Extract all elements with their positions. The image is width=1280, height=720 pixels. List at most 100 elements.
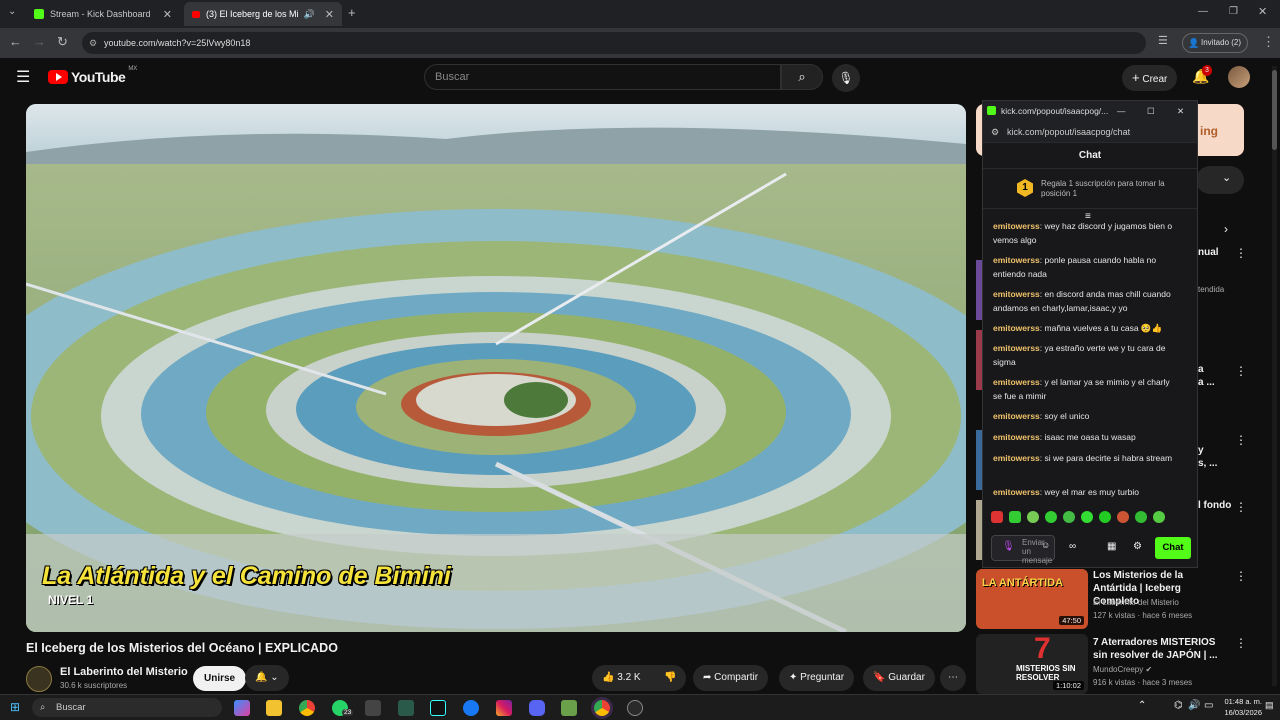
more-options-icon[interactable]: ⋮ [1235, 569, 1247, 583]
forward-icon[interactable]: → [33, 34, 46, 49]
rec-thumb-number: 7 [1034, 634, 1051, 665]
save-button[interactable]: 🔖 Guardar [863, 665, 935, 691]
emote-icon[interactable] [1063, 511, 1075, 523]
site-info-icon: ⚙ [991, 127, 1000, 137]
subscription-bell-button[interactable]: 🔔 ⌄ [245, 665, 289, 691]
search-button[interactable]: ⌕ [781, 64, 823, 90]
copilot-icon[interactable] [234, 700, 250, 716]
channel-avatar[interactable] [26, 666, 52, 692]
guest-profile-button[interactable]: 👤 Invitado (2) [1182, 33, 1249, 53]
url-field[interactable]: ⚙ youtube.com/watch?v=25lVwy80n18 [82, 32, 1146, 54]
emote-icon[interactable] [1045, 511, 1057, 523]
youtube-logo[interactable]: YouTube MX [48, 66, 137, 85]
tiktok-icon[interactable] [430, 700, 446, 716]
emote-icon[interactable] [1117, 511, 1129, 523]
chevron-right-icon[interactable]: › [1224, 222, 1228, 236]
like-button[interactable]: 👍 3.2 K [592, 665, 658, 691]
share-button[interactable]: ➦ Compartir [693, 665, 769, 691]
create-button[interactable]: + Crear [1122, 65, 1178, 91]
rec-thumbnail[interactable]: LA ANTÁRTIDA 47:50 [976, 569, 1088, 629]
capcut-icon[interactable] [365, 700, 381, 716]
rec-thumbnail[interactable]: 7 MISTERIOS SIN RESOLVER 1:10:02 [976, 634, 1088, 694]
more-options-icon[interactable]: ⋮ [1235, 500, 1247, 514]
reload-icon[interactable]: ↻ [57, 34, 68, 50]
window-close-icon[interactable]: ✕ [1258, 5, 1267, 18]
hamburger-menu-icon[interactable]: ☰ [16, 67, 30, 87]
rec-channel[interactable]: El Laberinto del Misterio [1093, 598, 1179, 607]
more-options-icon[interactable]: ⋮ [1235, 636, 1247, 650]
close-icon[interactable]: ✕ [163, 8, 172, 21]
kick-chat-popup: kick.com/popout/isaacpog/... — ☐ ✕ ⚙ kic… [982, 100, 1198, 568]
promo-dropdown[interactable]: ⌄ [1196, 166, 1244, 194]
rec-duration: 1:10:02 [1052, 681, 1084, 690]
speaker-icon[interactable]: 🔊 [304, 9, 315, 20]
obs-icon[interactable] [627, 700, 643, 716]
search-icon: ⌕ [798, 69, 806, 84]
facebook-icon[interactable] [463, 700, 479, 716]
dislike-button[interactable]: 👎 [658, 665, 686, 691]
kick-url-bar[interactable]: ⚙ kick.com/popout/isaacpog/chat [983, 121, 1197, 143]
chat-send-button[interactable]: Chat [1155, 537, 1191, 559]
voice-search-button[interactable]: 🎙 [832, 64, 860, 92]
emote-icon[interactable] [991, 511, 1003, 523]
rec-channel[interactable]: MundoCreepy ✔ [1093, 665, 1152, 674]
emote-icon[interactable] [1153, 511, 1165, 523]
teams-icon[interactable] [398, 700, 414, 716]
minecraft-icon[interactable] [561, 700, 577, 716]
cast-icon[interactable]: ☰ [1158, 34, 1168, 47]
back-icon[interactable]: ← [9, 34, 22, 49]
video-player[interactable]: La Atlántida y el Camino de Bimini NIVEL… [26, 104, 966, 632]
rec-title[interactable]: 7 Aterradores MISTERIOS sin resolver de … [1093, 636, 1225, 662]
rec-meta: 916 k vistas · hace 3 meses [1093, 678, 1193, 687]
tab-youtube[interactable]: (3) El Iceberg de los Misterio 🔊 ✕ [184, 2, 342, 26]
windows-start-icon[interactable]: ⊞ [10, 700, 20, 714]
kick-window-titlebar[interactable]: kick.com/popout/isaacpog/... — ☐ ✕ [983, 101, 1197, 121]
instagram-icon[interactable] [496, 700, 512, 716]
restore-icon[interactable]: ❐ [1229, 6, 1238, 17]
notification-center-icon[interactable]: ▤ [1265, 700, 1274, 711]
new-tab-icon[interactable]: + [348, 5, 356, 20]
network-icon[interactable]: ⌬ [1174, 700, 1183, 711]
store-icon[interactable]: ▦ [1107, 541, 1116, 552]
emote-icon[interactable] [1009, 511, 1021, 523]
tab-kick-dashboard[interactable]: Stream - Kick Dashboard ✕ [26, 2, 180, 26]
battery-icon[interactable]: ▭ [1204, 700, 1213, 711]
notifications-button[interactable]: 🔔 3 [1192, 65, 1212, 85]
join-button[interactable]: Unirse [193, 666, 247, 691]
link-icon[interactable]: ∞ [1069, 541, 1076, 552]
close-icon[interactable]: ✕ [1177, 101, 1184, 121]
more-options-icon[interactable]: ⋮ [1235, 246, 1247, 260]
emote-icon[interactable] [1027, 511, 1039, 523]
search-input[interactable]: Buscar [424, 64, 781, 90]
emoji-icon[interactable]: ☺ [1041, 540, 1050, 550]
volume-icon[interactable]: 🔊 [1188, 700, 1200, 711]
tab-list-icon[interactable]: ⌄ [8, 6, 16, 17]
emote-bar[interactable] [991, 511, 1165, 523]
close-icon[interactable]: ✕ [325, 8, 334, 21]
chrome-active-icon[interactable] [594, 700, 610, 716]
more-options-icon[interactable]: ⋮ [1235, 433, 1247, 447]
more-actions-button[interactable]: ⋯ [940, 665, 966, 691]
discord-icon[interactable] [529, 700, 545, 716]
whatsapp-badge: 23 [342, 709, 354, 716]
ask-button[interactable]: ✦ Preguntar [779, 665, 855, 691]
tray-chevron-icon[interactable]: ⌃ [1138, 700, 1146, 711]
emote-icon[interactable] [1099, 511, 1111, 523]
emote-icon[interactable] [1135, 511, 1147, 523]
channel-name[interactable]: El Laberinto del Misterio [60, 666, 188, 678]
more-options-icon[interactable]: ⋮ [1235, 364, 1247, 378]
pinned-gift-banner[interactable]: 1 Regala 1 suscripción para tomar la pos… [983, 169, 1197, 209]
site-info-icon[interactable]: ⚙ [89, 32, 97, 54]
minimize-icon[interactable]: — [1117, 101, 1126, 121]
menu-kebab-icon[interactable]: ⋮ [1262, 34, 1275, 50]
gear-icon[interactable]: ⚙ [1133, 541, 1142, 552]
taskbar-search[interactable]: ⌕ Buscar [32, 698, 222, 717]
page-scrollbar[interactable] [1272, 66, 1277, 686]
taskbar-clock[interactable]: 01:48 a. m. 16/03/2026 [1222, 696, 1262, 718]
maximize-icon[interactable]: ☐ [1147, 101, 1155, 121]
avatar[interactable] [1228, 66, 1250, 88]
store-icon[interactable] [266, 700, 282, 716]
chrome-icon[interactable] [299, 700, 315, 716]
minimize-icon[interactable]: — [1198, 6, 1208, 17]
emote-icon[interactable] [1081, 511, 1093, 523]
